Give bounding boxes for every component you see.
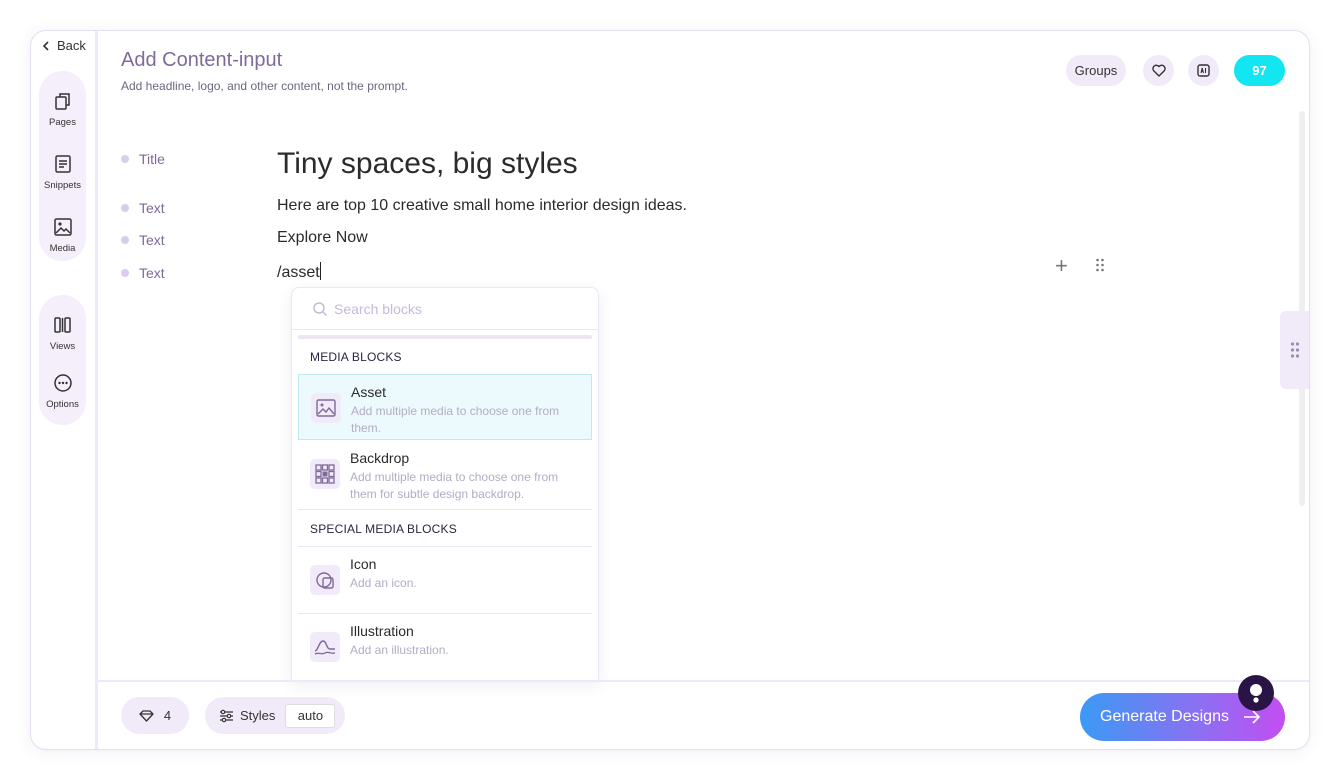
side-panel-handle[interactable]: [1280, 311, 1309, 389]
block-title: Backdrop: [350, 450, 410, 466]
block-title: Illustration: [350, 623, 414, 639]
block-item-icon[interactable]: Icon Add an icon.: [298, 547, 592, 613]
app-window: Back Pages Snippets Media Views Options …: [30, 30, 1310, 750]
text-field-2[interactable]: Explore Now: [277, 229, 368, 247]
rail-item-snippets[interactable]: Snippets: [39, 154, 86, 191]
block-icon: [310, 632, 340, 662]
rail-label: Options: [46, 399, 79, 410]
headline-field[interactable]: Tiny spaces, big styles: [277, 147, 578, 181]
ai-assist-button[interactable]: [1188, 55, 1219, 86]
ai-chip-icon: [1197, 64, 1210, 77]
block-item-illustration[interactable]: Illustration Add an illustration.: [298, 614, 592, 680]
block-title: Icon: [350, 556, 377, 572]
credits-badge[interactable]: 97: [1234, 55, 1285, 86]
chevron-left-icon: [42, 40, 49, 51]
block-title: Asset: [351, 384, 387, 400]
back-label: Back: [57, 38, 86, 53]
row-label-text-3: Text: [121, 265, 165, 281]
styles-value[interactable]: auto: [285, 703, 336, 728]
page-subtitle: Add headline, logo, and other content, n…: [121, 79, 408, 93]
rail-item-media[interactable]: Media: [39, 217, 86, 254]
menu-scroll-indicator: [298, 335, 592, 339]
add-block-button[interactable]: +: [1055, 255, 1068, 277]
row-dot: [121, 204, 129, 212]
row-label-text: Text: [139, 200, 165, 216]
wave-icon: [314, 640, 336, 655]
block-description: Add multiple media to choose one from th…: [351, 404, 560, 435]
rail-item-views[interactable]: Views: [39, 315, 86, 352]
rail-item-pages[interactable]: Pages: [39, 91, 86, 128]
block-icon: [310, 565, 340, 595]
gem-icon: [139, 709, 154, 722]
gems-counter[interactable]: 4: [121, 697, 189, 734]
drag-handle-icon: [1096, 258, 1104, 272]
block-icon: [311, 393, 341, 423]
block-item-backdrop[interactable]: Backdrop Add multiple media to choose on…: [298, 441, 592, 507]
favorite-button[interactable]: [1143, 55, 1174, 86]
row-dot: [121, 155, 129, 163]
grip-icon: [1290, 342, 1300, 358]
block-icon: [310, 459, 340, 489]
rail-divider: [95, 31, 98, 749]
help-chat-button[interactable]: [1238, 675, 1274, 711]
assistant-icon: [1250, 684, 1262, 703]
styles-selector[interactable]: Styles auto: [205, 697, 345, 734]
arrow-right-icon: [1243, 710, 1261, 724]
generate-label: Generate Designs: [1100, 708, 1229, 725]
rail-item-options[interactable]: Options: [39, 373, 86, 410]
rail-group-content: Pages Snippets Media: [39, 71, 86, 261]
drag-handle[interactable]: [1095, 258, 1105, 277]
pattern-icon: [315, 464, 335, 484]
row-label-text-1: Text: [121, 200, 165, 216]
search-blocks-input[interactable]: [334, 300, 574, 317]
media-icon: [53, 218, 72, 236]
left-rail: Back Pages Snippets Media Views Options: [31, 31, 95, 749]
search-icon: [313, 301, 328, 316]
page-title: Add Content-input: [121, 49, 283, 71]
shapes-icon: [316, 572, 334, 589]
snippets-icon: [54, 155, 71, 173]
views-icon: [53, 317, 71, 333]
options-icon: [53, 374, 72, 392]
block-description: Add multiple media to choose one from th…: [350, 470, 559, 501]
block-description: Add an icon.: [350, 576, 417, 590]
pages-icon: [54, 93, 70, 110]
block-description: Add an illustration.: [350, 643, 449, 657]
styles-label: Styles: [240, 708, 276, 723]
block-item-asset[interactable]: Asset Add multiple media to choose one f…: [298, 374, 592, 440]
footer-divider: [98, 680, 1309, 682]
block-menu: MEDIA BLOCKS Asset Add multiple media to…: [291, 287, 599, 681]
text-field-1[interactable]: Here are top 10 creative small home inte…: [277, 197, 687, 215]
menu-divider: [298, 509, 592, 510]
image-icon: [316, 399, 336, 417]
gems-count: 4: [163, 708, 172, 723]
row-label-text: Text: [139, 265, 165, 281]
row-label-text: Title: [139, 151, 165, 167]
row-label-text-2: Text: [121, 232, 165, 248]
row-dot: [121, 269, 129, 277]
text-field-3[interactable]: /asset: [277, 262, 321, 282]
groups-button[interactable]: Groups: [1066, 55, 1126, 86]
rail-label: Snippets: [44, 180, 81, 191]
row-label-text: Text: [139, 232, 165, 248]
row-label-title: Title: [121, 151, 165, 167]
section-header-special: SPECIAL MEDIA BLOCKS: [310, 522, 457, 536]
sliders-icon: [220, 709, 233, 722]
heart-icon: [1151, 64, 1166, 77]
rail-label: Views: [49, 341, 76, 352]
scrollbar[interactable]: [1299, 111, 1305, 506]
rail-label: Pages: [49, 117, 76, 128]
section-header-media: MEDIA BLOCKS: [310, 350, 402, 364]
rail-label: Media: [49, 243, 76, 254]
block-search: [292, 288, 598, 330]
rail-group-tools: Views Options: [39, 295, 86, 425]
row-dot: [121, 236, 129, 244]
text-caret: [319, 262, 321, 280]
slash-command-text: /asset: [277, 264, 320, 281]
back-button[interactable]: Back: [41, 38, 86, 53]
